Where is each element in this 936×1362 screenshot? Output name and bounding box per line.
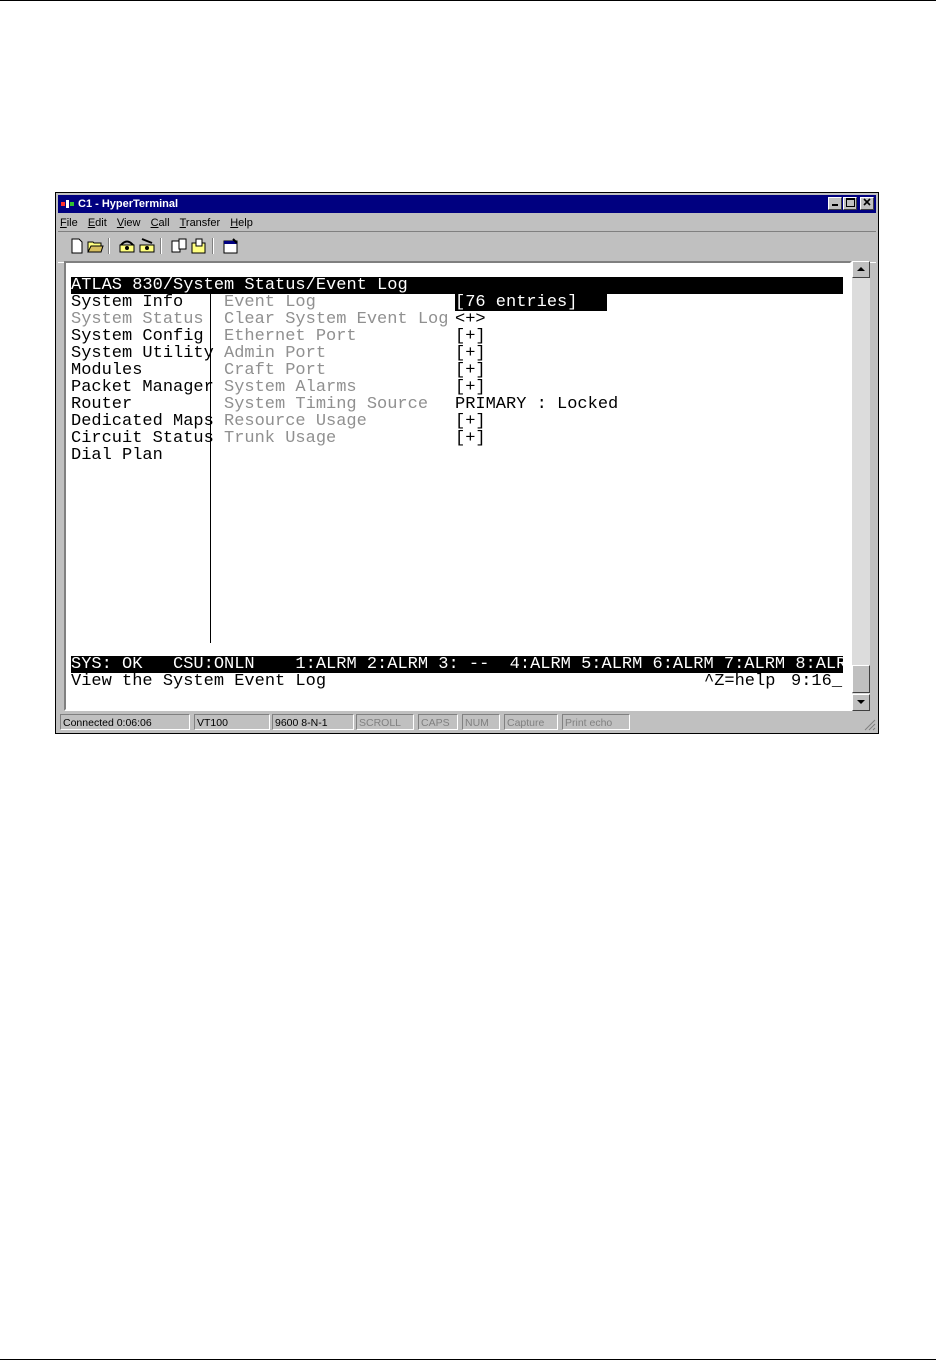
menu-bar: File Edit View Call Transfer Help bbox=[60, 215, 260, 231]
toolbar-separator bbox=[212, 238, 214, 254]
status-emulation: VT100 bbox=[194, 714, 270, 730]
field-value-craft-port[interactable]: [+] bbox=[455, 362, 486, 379]
status-capture: Capture bbox=[504, 714, 558, 730]
field-label-clear-event-log: Clear System Event Log bbox=[224, 310, 449, 329]
field-value-trunk-usage[interactable]: [+] bbox=[455, 430, 486, 447]
title-bar[interactable]: C1 - HyperTerminal bbox=[58, 195, 876, 213]
new-icon[interactable] bbox=[68, 237, 86, 255]
properties-icon[interactable] bbox=[222, 237, 240, 255]
field-label-system-alarms: System Alarms bbox=[224, 378, 357, 397]
field-value-event-log[interactable]: [76 entries] bbox=[455, 294, 607, 312]
field-value-admin-port[interactable]: [+] bbox=[455, 345, 486, 362]
arrow-down-icon bbox=[857, 700, 865, 704]
minimize-button[interactable] bbox=[828, 197, 842, 210]
menu-file[interactable]: File bbox=[60, 215, 78, 231]
vertical-scrollbar[interactable] bbox=[852, 261, 870, 711]
menu-router[interactable]: Router bbox=[71, 396, 132, 413]
field-label-craft-port: Craft Port bbox=[224, 361, 327, 380]
resize-grip-icon[interactable] bbox=[864, 719, 876, 731]
maximize-button[interactable] bbox=[843, 197, 857, 210]
open-icon[interactable] bbox=[86, 237, 104, 255]
window-title: C1 - HyperTerminal bbox=[78, 198, 179, 210]
terminal-screen[interactable]: ATLAS 830/System Status/Event Log System… bbox=[66, 263, 850, 709]
status-caps: CAPS bbox=[418, 714, 458, 730]
call-icon[interactable] bbox=[118, 237, 136, 255]
field-value-system-alarms[interactable]: [+] bbox=[455, 379, 486, 396]
page-bottom-rule bbox=[0, 1359, 936, 1360]
toolbar bbox=[58, 231, 876, 263]
menu-system-utility[interactable]: System Utility bbox=[71, 345, 214, 362]
arrow-up-icon bbox=[857, 267, 865, 271]
menu-transfer[interactable]: Transfer bbox=[180, 215, 221, 231]
hyperterminal-app-icon bbox=[61, 200, 74, 208]
terminal-frame: ATLAS 830/System Status/Event Log System… bbox=[64, 261, 852, 711]
menu-modules[interactable]: Modules bbox=[71, 362, 142, 379]
menu-help[interactable]: Help bbox=[230, 215, 253, 231]
send-icon[interactable] bbox=[170, 237, 188, 255]
toolbar-separator bbox=[160, 238, 162, 254]
text-cursor: _ bbox=[831, 672, 843, 691]
menu-packet-manager[interactable]: Packet Manager bbox=[71, 379, 214, 396]
menu-dedicated-maps[interactable]: Dedicated Maps bbox=[71, 413, 214, 430]
page-top-rule bbox=[0, 0, 936, 1]
receive-icon[interactable] bbox=[190, 237, 208, 255]
field-value-clear-event-log[interactable]: <+> bbox=[455, 311, 486, 328]
menu-edit[interactable]: Edit bbox=[88, 215, 107, 231]
close-button[interactable] bbox=[860, 197, 874, 210]
maximize-icon bbox=[845, 198, 855, 207]
menu-system-status[interactable]: System Status bbox=[71, 311, 204, 328]
minimize-icon bbox=[832, 204, 838, 206]
status-settings: 9600 8-N-1 bbox=[272, 714, 354, 730]
field-label-admin-port: Admin Port bbox=[224, 344, 327, 363]
menu-call[interactable]: Call bbox=[151, 215, 170, 231]
field-label-trunk-usage: Trunk Usage bbox=[224, 429, 337, 448]
field-label-timing-source: System Timing Source bbox=[224, 395, 429, 414]
terminal-clock: 9:16_ bbox=[791, 673, 842, 690]
menu-circuit-status[interactable]: Circuit Status bbox=[71, 430, 214, 447]
menu-view[interactable]: View bbox=[117, 215, 141, 231]
field-value-timing-source: PRIMARY : Locked bbox=[455, 395, 619, 414]
disconnect-icon[interactable] bbox=[138, 237, 156, 255]
scroll-up-button[interactable] bbox=[852, 261, 870, 278]
field-value-ethernet-port[interactable]: [+] bbox=[455, 328, 486, 345]
hyperterminal-window: C1 - HyperTerminal File Edit View Call T… bbox=[55, 192, 879, 734]
scroll-thumb[interactable] bbox=[852, 665, 870, 693]
menu-system-config[interactable]: System Config bbox=[71, 328, 204, 345]
field-label-ethernet-port: Ethernet Port bbox=[224, 327, 357, 346]
menu-system-info[interactable]: System Info bbox=[71, 294, 183, 311]
terminal-header: ATLAS 830/System Status/Event Log bbox=[71, 277, 843, 295]
status-connected: Connected 0:06:06 bbox=[60, 714, 190, 730]
field-label-event-log: Event Log bbox=[224, 293, 316, 312]
close-icon bbox=[863, 198, 871, 206]
clock-time: 9:16 bbox=[791, 672, 832, 691]
status-bar: Connected 0:06:06 VT100 9600 8-N-1 SCROL… bbox=[58, 713, 876, 731]
toolbar-separator bbox=[108, 238, 110, 254]
status-num: NUM bbox=[462, 714, 500, 730]
field-label-resource-usage: Resource Usage bbox=[224, 412, 367, 431]
status-print-echo: Print echo bbox=[562, 714, 630, 730]
field-value-resource-usage[interactable]: [+] bbox=[455, 413, 486, 430]
status-scroll: SCROLL bbox=[356, 714, 414, 730]
help-text: View the System Event Log bbox=[71, 672, 327, 691]
alarm-status-line: SYS: OK CSU:ONLN 1:ALRM 2:ALRM 3: -- 4:A… bbox=[71, 655, 850, 674]
menu-dial-plan[interactable]: Dial Plan bbox=[71, 447, 163, 464]
help-hint: ^Z=help bbox=[704, 672, 776, 691]
scroll-down-button[interactable] bbox=[852, 694, 870, 711]
